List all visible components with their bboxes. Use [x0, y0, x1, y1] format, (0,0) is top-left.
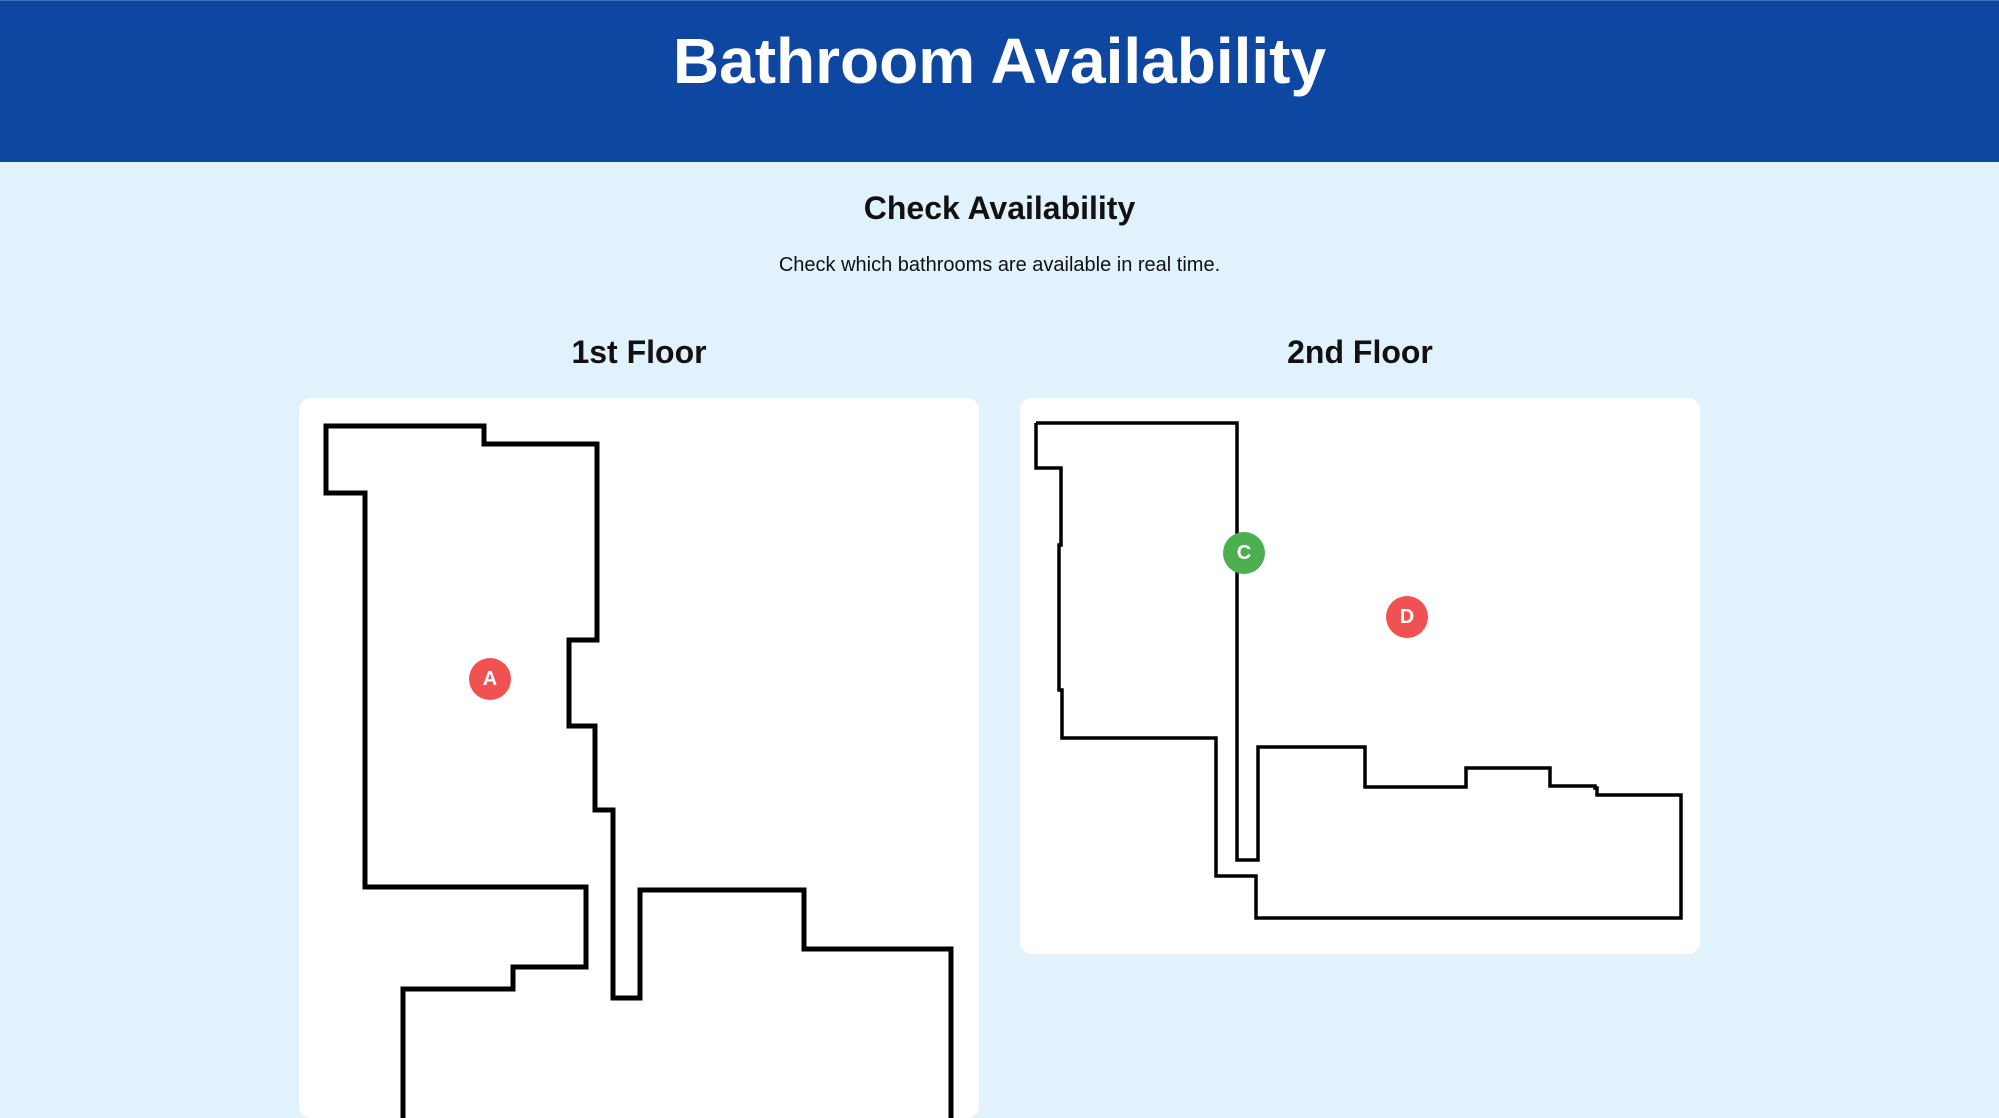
page-header: Bathroom Availability	[0, 0, 1999, 162]
section-description: Check which bathrooms are available in r…	[778, 254, 1221, 276]
bathroom-a-marker[interactable]: A	[469, 658, 511, 700]
bathroom-d-marker[interactable]: D	[1386, 596, 1428, 638]
section-heading: Check Availability	[863, 190, 1136, 226]
bathroom-c-marker[interactable]: C	[1223, 532, 1265, 574]
floor-1-plan	[323, 423, 954, 1118]
floor-2-title: 2nd Floor	[1287, 334, 1433, 370]
floor-1-title: 1st Floor	[571, 334, 707, 370]
floor-2-plan	[1034, 421, 1683, 920]
floor-1-map: A	[299, 398, 979, 1118]
page-title: Bathroom Availability	[672, 25, 1327, 97]
floor-2-map: C D	[1020, 398, 1700, 954]
